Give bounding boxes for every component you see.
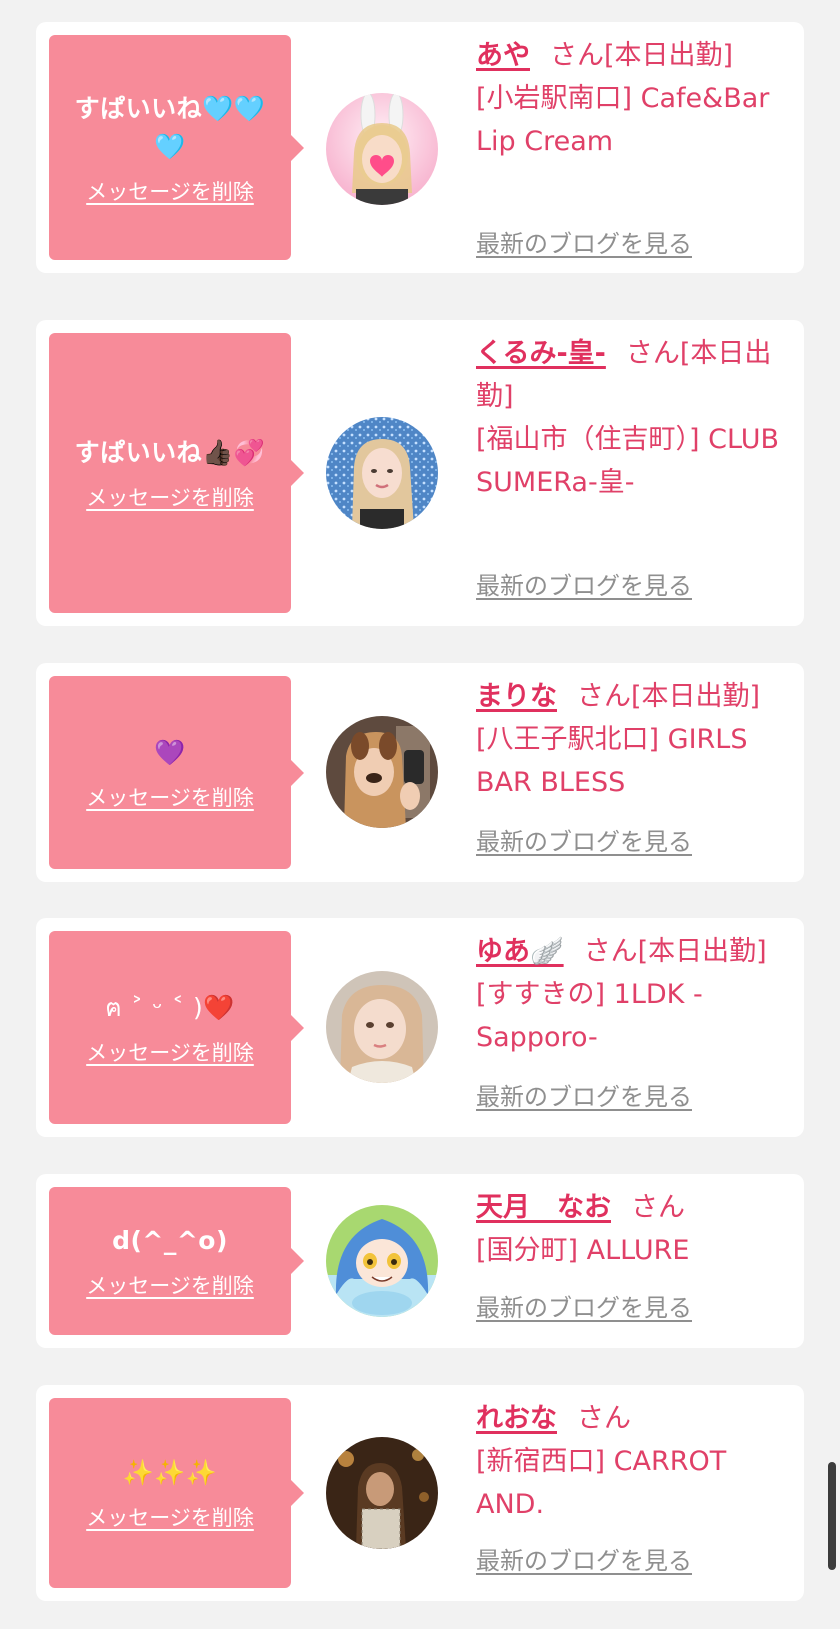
attendance-status: [本日出勤] [637,936,767,967]
girl-info: あや さん[本日出勤] [小岩駅南口] Cafe&Bar Lip Cream [476,34,788,163]
girl-name-link[interactable]: れおな [476,1403,557,1434]
name-line: くるみ-皇- さん[本日出勤] [476,332,788,418]
shop-location: [八王子駅北口] GIRLS BAR BLESS [476,724,748,798]
attendance-status: [本日出勤] [604,40,734,71]
delete-message-link[interactable]: メッセージを削除 [86,1037,254,1067]
girl-name-link[interactable]: まりな [476,681,557,712]
attendance-status: [本日出勤] [631,681,761,712]
message-bubble: ฅ ˃ ᵕ ˂ )❤️ メッセージを削除 [49,931,304,1124]
message-bubble: すぱいいね🩵🩵🩵 メッセージを削除 [49,35,304,260]
message-bubble: d(^_^o) メッセージを削除 [49,1187,304,1335]
message-card: ✨✨✨ メッセージを削除 れおな さん [新宿西口] CARROT AND. 最新… [36,1385,804,1601]
name-line: ゆあ🪽 さん[本日出勤] [476,930,788,973]
message-text: ✨✨✨ [122,1458,218,1487]
latest-blog-link[interactable]: 最新のブログを見る [476,822,692,857]
girl-name-link[interactable]: あや [476,40,530,71]
message-card: すぱいいね👍🏿💞 メッセージを削除 くるみ-皇- さん[本日出勤] [福山市（住… [36,320,804,626]
girl-info: 天月 なお さん [国分町] ALLURE [476,1186,788,1272]
message-text: 💜 [154,737,186,767]
honorific-label: さん [631,1192,685,1223]
girl-name-link[interactable]: くるみ-皇- [476,338,606,369]
delete-message-link[interactable]: メッセージを削除 [86,782,254,812]
bunny-ears-girl-avatar-icon [326,93,438,205]
avatar[interactable] [326,417,438,529]
message-text: d(^_^o) [112,1226,228,1255]
avatar[interactable] [326,716,438,828]
avatar[interactable] [326,1437,438,1549]
message-card: すぱいいね🩵🩵🩵 メッセージを削除 あや さん[本日出勤] [小岩駅南口] Ca… [36,22,804,273]
latest-blog-link[interactable]: 最新のブログを見る [476,1541,692,1576]
shop-location: [新宿西口] CARROT AND. [476,1446,727,1520]
message-card: ฅ ˃ ᵕ ˂ )❤️ メッセージを削除 ゆあ🪽 さん[本日出勤] [すすきの] … [36,918,804,1137]
dark-portrait-avatar-icon [326,1437,438,1549]
blonde-girl-glitter-avatar-icon [326,417,438,529]
message-card: d(^_^o) メッセージを削除 天月 なお さん [国分町] ALLURE 最… [36,1174,804,1348]
girl-info: ゆあ🪽 さん[本日出勤] [すすきの] 1LDK -Sapporo- [476,930,788,1059]
delete-message-link[interactable]: メッセージを削除 [86,176,254,206]
avatar[interactable] [326,93,438,205]
name-line: 天月 なお さん [476,1186,788,1229]
honorific-label: さん [577,1403,631,1434]
latest-blog-link[interactable]: 最新のブログを見る [476,224,692,259]
girl-name-link[interactable]: ゆあ🪽 [476,936,564,967]
delete-message-link[interactable]: メッセージを削除 [86,1502,254,1532]
girl-name-link[interactable]: 天月 なお [476,1192,611,1223]
shop-location: [小岩駅南口] Cafe&Bar Lip Cream [476,83,770,157]
honorific-label: さん [583,936,638,967]
honorific-label: さん [577,681,631,712]
message-text: すぱいいね🩵🩵🩵 [74,93,266,161]
anime-blue-hair-avatar-icon [326,1205,438,1317]
message-bubble: ✨✨✨ メッセージを削除 [49,1398,304,1588]
name-line: れおな さん [476,1397,788,1440]
message-text: ฅ ˃ ᵕ ˂ )❤️ [105,992,235,1022]
shop-location: [すすきの] 1LDK -Sapporo- [476,979,703,1053]
delete-message-link[interactable]: メッセージを削除 [86,1270,254,1300]
dog-filter-selfie-avatar-icon [326,716,438,828]
message-list: すぱいいね🩵🩵🩵 メッセージを削除 あや さん[本日出勤] [小岩駅南口] Ca… [0,0,840,1629]
latest-blog-link[interactable]: 最新のブログを見る [476,1077,692,1112]
avatar[interactable] [326,1205,438,1317]
girl-info: まりな さん[本日出勤] [八王子駅北口] GIRLS BAR BLESS [476,675,788,804]
girl-info: れおな さん [新宿西口] CARROT AND. [476,1397,788,1526]
message-card: 💜 メッセージを削除 まりな さん[本日出勤] [八王子駅北口] GIRLS BA… [36,663,804,882]
girl-portrait-avatar-icon [326,971,438,1083]
message-bubble: 💜 メッセージを削除 [49,676,304,869]
delete-message-link[interactable]: メッセージを削除 [86,482,254,512]
avatar[interactable] [326,971,438,1083]
honorific-label: さん [625,338,680,369]
latest-blog-link[interactable]: 最新のブログを見る [476,1288,692,1323]
honorific-label: さん [550,40,604,71]
name-line: あや さん[本日出勤] [476,34,788,77]
message-text: すぱいいね👍🏿💞 [74,438,266,467]
latest-blog-link[interactable]: 最新のブログを見る [476,566,692,601]
shop-location: [国分町] ALLURE [476,1235,690,1266]
girl-info: くるみ-皇- さん[本日出勤] [福山市（住吉町）] CLUB SUMERa-皇- [476,332,788,504]
shop-location: [福山市（住吉町）] CLUB SUMERa-皇- [476,424,779,498]
scrollbar[interactable] [828,1462,836,1570]
name-line: まりな さん[本日出勤] [476,675,788,718]
message-bubble: すぱいいね👍🏿💞 メッセージを削除 [49,333,304,613]
